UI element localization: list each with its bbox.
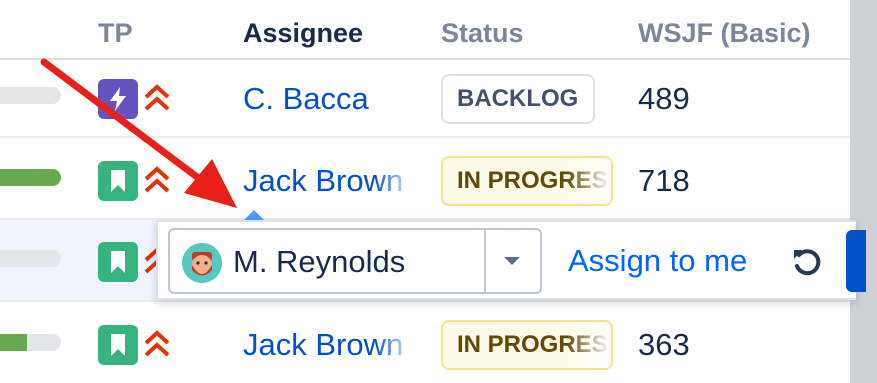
status-badge[interactable]: IN PROGRESS — [441, 320, 613, 370]
assignee-link[interactable]: Jack Brown — [243, 327, 415, 363]
wsjf-value: 489 — [638, 81, 690, 116]
assignee-select[interactable]: M. Reynolds — [168, 228, 542, 294]
bearded-man-avatar — [182, 243, 222, 283]
status-badge[interactable]: BACKLOG — [441, 74, 595, 124]
double-chevron-up-icon — [144, 84, 170, 111]
progress-bar — [0, 169, 61, 186]
bookmark-icon[interactable] — [98, 161, 138, 201]
bookmark-icon[interactable] — [98, 325, 138, 365]
column-header-status[interactable]: Status — [441, 18, 524, 49]
progress-bar — [0, 87, 61, 104]
wsjf-value: 718 — [638, 163, 690, 198]
progress-bar — [0, 250, 61, 267]
column-header-assignee[interactable]: Assignee — [243, 18, 363, 49]
bookmark-icon[interactable] — [98, 242, 138, 282]
status-label: BACKLOG — [457, 85, 579, 112]
double-chevron-up-icon — [144, 166, 170, 193]
status-badge[interactable]: IN PROGRESS — [441, 156, 613, 206]
column-header-wsjf[interactable]: WSJF (Basic) — [638, 18, 811, 49]
progress-bar — [0, 334, 61, 351]
grid-header: TP Assignee Status WSJF (Basic) — [0, 0, 850, 60]
assign-to-me-link[interactable]: Assign to me — [568, 243, 747, 279]
table-row[interactable]: Jack Brown IN PROGRESS 363 — [0, 302, 850, 383]
confirm-button[interactable] — [846, 230, 866, 292]
issue-grid: TP Assignee Status WSJF (Basic) C. Bacca… — [0, 0, 850, 383]
table-row[interactable]: C. Bacca BACKLOG 489 — [0, 60, 850, 138]
wsjf-value: 363 — [638, 327, 690, 362]
assignee-link[interactable]: Jack Brown — [243, 163, 415, 199]
column-header-tp[interactable]: TP — [98, 18, 133, 49]
selected-assignee: M. Reynolds — [233, 244, 406, 279]
vertical-scrollbar[interactable] — [850, 0, 877, 383]
table-row[interactable]: Jack Brown IN PROGRESS 718 — [0, 138, 850, 220]
assignee-editor-popover: M. Reynolds Assign to me — [156, 220, 866, 300]
undo-icon[interactable] — [790, 246, 824, 280]
lightning-icon[interactable] — [98, 79, 138, 119]
double-chevron-up-icon — [144, 330, 170, 357]
caret-down-icon[interactable] — [484, 230, 540, 292]
assignee-link[interactable]: C. Bacca — [243, 81, 415, 117]
